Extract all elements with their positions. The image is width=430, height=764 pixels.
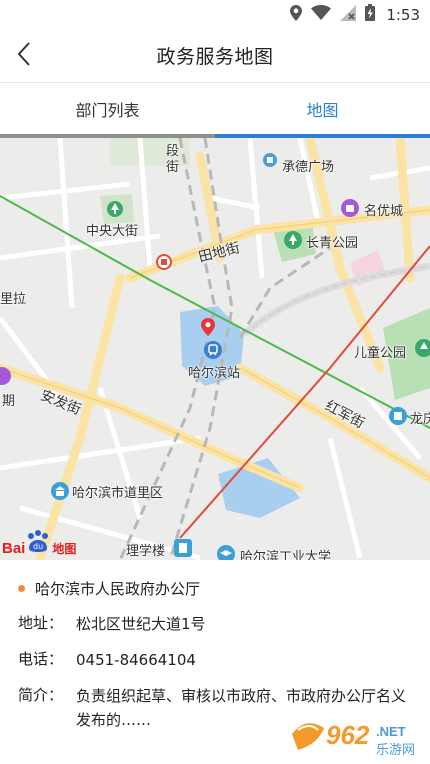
map-label-harbin-station: 哈尔滨站 [188, 366, 241, 381]
address-value: 松北区世纪大道1号 [76, 615, 206, 633]
poi-building-icon [173, 538, 193, 560]
poi-shop-icon [340, 198, 360, 222]
wifi-icon [311, 5, 332, 24]
svg-text:乐游网: 乐游网 [376, 743, 415, 758]
svg-text:du: du [33, 542, 43, 551]
baidu-logo-text: Bai [2, 540, 26, 557]
phone-label: 电话： [18, 650, 64, 668]
map-label-lila: 里拉 [0, 292, 27, 307]
svg-text:.NET: .NET [376, 724, 406, 739]
map-label-gongye: 哈尔滨工业大学 [240, 550, 332, 560]
poi-bank-icon [156, 254, 172, 274]
bullet-dot [18, 585, 25, 592]
map-view[interactable]: 段 街 承德广场 中央大街 名优城 田地街 长青公园 里拉 儿童公园 安发街 哈… [0, 138, 430, 560]
poi-park-icon-2 [414, 338, 430, 362]
poi-tree-icon [106, 200, 124, 222]
poi-plaza-icon [262, 152, 278, 172]
map-label-shidao: 哈尔滨市道里区 [72, 486, 164, 501]
location-pin-icon[interactable] [201, 318, 215, 340]
office-name-text: 哈尔滨市人民政府办公厅 [35, 580, 201, 598]
map-label-zhongyang: 中央大街 [86, 224, 139, 239]
office-address-row: 地址： 松北区世纪大道1号 [18, 612, 418, 636]
office-name[interactable]: 哈尔滨市人民政府办公厅 [18, 578, 200, 599]
page-title: 政务服务地图 [156, 46, 274, 68]
map-label-mingyou: 名优城 [364, 204, 404, 219]
baidu-map-logo: Bai du 地图 [2, 530, 76, 557]
map-label-duan-jie: 段 街 [166, 144, 180, 175]
status-bar: 1:53 [0, 0, 430, 30]
office-phone-row: 电话： 0451-84664104 [18, 648, 418, 672]
tab-map[interactable]: 地图 [215, 83, 430, 138]
svg-text:962: 962 [326, 720, 370, 750]
baidu-logo-suffix: 地图 [52, 542, 77, 556]
map-label-qi: 期 [2, 394, 16, 409]
poi-office-icon [388, 406, 408, 430]
address-label: 地址： [18, 614, 64, 632]
map-label-longfu: 龙庆 [410, 412, 430, 427]
location-icon [290, 4, 303, 25]
app-header: 政务服务地图 [0, 30, 430, 82]
battery-charging-icon [365, 4, 376, 25]
no-signal-icon [340, 4, 357, 25]
train-station-icon [203, 340, 223, 364]
map-label-lixue: 理学楼 [126, 544, 166, 559]
tab-label: 地图 [306, 100, 339, 120]
map-label-changqing: 长青公园 [306, 236, 359, 251]
status-time: 1:53 [386, 5, 420, 24]
baidu-paw-icon: du [25, 530, 51, 557]
poi-government-icon [50, 481, 70, 505]
poi-park-icon [283, 230, 303, 254]
poi-shop-icon-2 [0, 366, 12, 390]
phone-value[interactable]: 0451-84664104 [76, 648, 418, 672]
office-info-panel: 哈尔滨市人民政府办公厅 地址： 松北区世纪大道1号 电话： 0451-84664… [0, 560, 430, 764]
map-label-ertong: 儿童公园 [354, 346, 407, 361]
tab-department-list[interactable]: 部门列表 [0, 83, 215, 138]
watermark-logo: 962 .NET 乐游网 [288, 714, 424, 760]
tab-bar: 部门列表 地图 [0, 82, 430, 138]
tab-label: 部门列表 [75, 100, 140, 120]
map-label-chengde: 承德广场 [282, 160, 335, 175]
status-icons: 1:53 [290, 4, 420, 25]
poi-university-icon [216, 544, 236, 560]
intro-label: 简介： [18, 686, 64, 704]
